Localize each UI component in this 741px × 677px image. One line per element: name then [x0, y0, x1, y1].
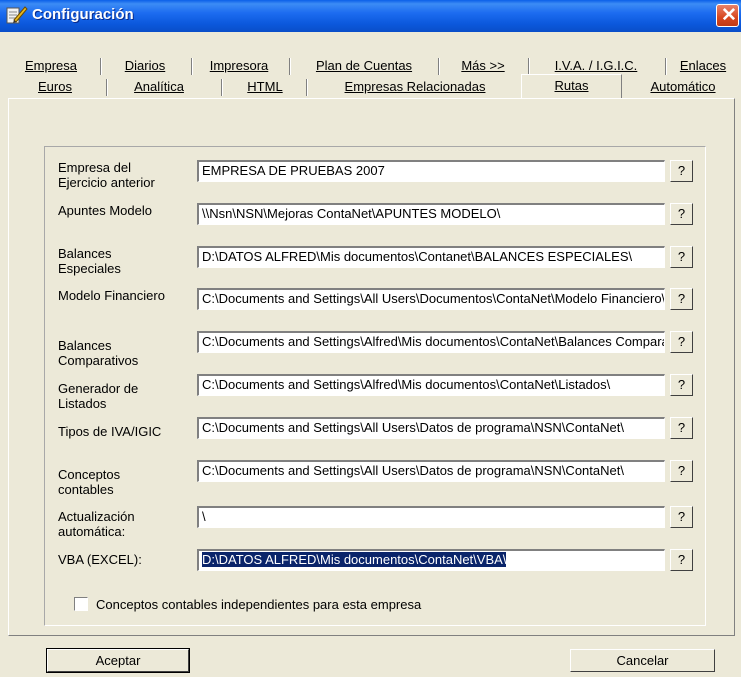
label-conceptos-contables: Conceptos contables: [58, 467, 121, 497]
help-button-actualizacion[interactable]: ?: [670, 506, 693, 528]
help-button-apuntes[interactable]: ?: [670, 203, 693, 225]
tab-html[interactable]: HTML: [230, 77, 300, 97]
tab-empresas-relacionadas[interactable]: Empresas Relacionadas: [316, 77, 514, 97]
balances-especiales-field[interactable]: D:\DATOS ALFRED\Mis documentos\Contanet\…: [197, 246, 665, 268]
empresa-ejercicio-anterior-field[interactable]: EMPRESA DE PRUEBAS 2007: [197, 160, 665, 182]
label-balances-comparativos: Balances Comparativos: [58, 338, 139, 368]
tab-empresa[interactable]: Empresa: [6, 56, 96, 76]
conceptos-independientes-label: Conceptos contables independientes para …: [96, 597, 422, 612]
label-vba-excel: VBA (EXCEL):: [58, 552, 142, 567]
accept-button[interactable]: Aceptar: [46, 648, 190, 673]
help-button-vba[interactable]: ?: [670, 549, 693, 571]
tab-analitica[interactable]: Analítica: [114, 77, 204, 97]
tab-diarios[interactable]: Diarios: [106, 56, 184, 76]
tab-plan-de-cuentas[interactable]: Plan de Cuentas: [296, 56, 432, 76]
help-button-generador-listados[interactable]: ?: [670, 374, 693, 396]
vba-excel-field[interactable]: D:\DATOS ALFRED\Mis documentos\ContaNet\…: [197, 549, 665, 571]
apuntes-modelo-field[interactable]: \\Nsn\NSN\Mejoras ContaNet\APUNTES MODEL…: [197, 203, 665, 225]
window-title: Configuración: [32, 6, 134, 23]
tab-rutas[interactable]: Rutas: [521, 74, 622, 99]
balances-comparativos-field[interactable]: C:\Documents and Settings\Alfred\Mis doc…: [197, 331, 665, 353]
label-empresa-ejercicio-anterior: Empresa del Ejercicio anterior: [58, 160, 155, 190]
tab-euros[interactable]: Euros: [20, 77, 90, 97]
tab-automatico[interactable]: Automático: [630, 77, 736, 97]
modelo-financiero-field[interactable]: C:\Documents and Settings\All Users\Docu…: [197, 288, 665, 310]
tab-impresora[interactable]: Impresora: [196, 56, 282, 76]
title-bar[interactable]: Configuración ✕: [0, 0, 741, 32]
actualizacion-automatica-field[interactable]: \: [197, 506, 665, 528]
cancel-button[interactable]: Cancelar: [570, 649, 715, 672]
tipos-iva-igic-field[interactable]: C:\Documents and Settings\All Users\Dato…: [197, 417, 665, 439]
label-modelo-financiero: Modelo Financiero: [58, 288, 165, 303]
conceptos-independientes-checkbox[interactable]: [74, 597, 88, 611]
help-button-conceptos-contables[interactable]: ?: [670, 460, 693, 482]
label-apuntes-modelo: Apuntes Modelo: [58, 203, 152, 218]
tab-enlaces[interactable]: Enlaces: [670, 56, 736, 76]
help-button-empresa[interactable]: ?: [670, 160, 693, 182]
close-button[interactable]: ✕: [716, 4, 739, 27]
label-tipos-iva-igic: Tipos de IVA/IGIC: [58, 424, 162, 439]
configuration-dialog: Configuración ✕ Empresa Diarios Impresor…: [0, 0, 741, 677]
help-button-modelo-financiero[interactable]: ?: [670, 288, 693, 310]
tab-iva-igic[interactable]: I.V.A. / I.G.I.C.: [533, 56, 659, 76]
label-actualizacion-automatica: Actualización automática:: [58, 509, 135, 539]
app-pencil-icon: [6, 6, 28, 24]
help-button-balances-especiales[interactable]: ?: [670, 246, 693, 268]
tab-mas[interactable]: Más >>: [445, 56, 521, 76]
help-button-balances-comparativos[interactable]: ?: [670, 331, 693, 353]
label-generador-listados: Generador de Listados: [58, 381, 139, 411]
conceptos-contables-field[interactable]: C:\Documents and Settings\All Users\Dato…: [197, 460, 665, 482]
help-button-tipos-iva[interactable]: ?: [670, 417, 693, 439]
close-icon: ✕: [721, 5, 737, 26]
label-balances-especiales: Balances Especiales: [58, 246, 121, 276]
generador-listados-field[interactable]: C:\Documents and Settings\Alfred\Mis doc…: [197, 374, 665, 396]
